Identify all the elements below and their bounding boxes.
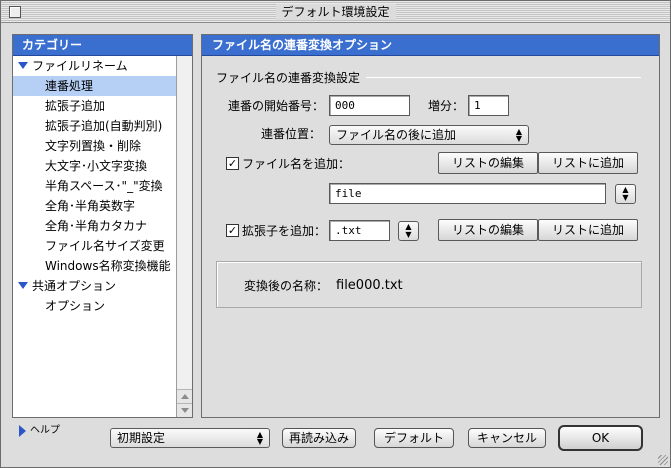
increment-label: 増分：	[428, 99, 465, 113]
cancel-button[interactable]: キャンセル	[468, 428, 546, 448]
tree-item-options[interactable]: オプション	[13, 296, 176, 316]
tree-item-sequence[interactable]: 連番処理	[13, 76, 176, 96]
close-box-icon[interactable]	[9, 6, 21, 18]
category-header: カテゴリー	[13, 35, 192, 56]
preset-popup-value: 初期設定	[117, 431, 166, 445]
tree-item-katakana-width[interactable]: 全角･半角カタカナ	[13, 216, 176, 236]
extension-history-popup-icon[interactable]: ▲ ▼	[398, 221, 419, 241]
result-label: 変換後の名称：	[244, 279, 329, 293]
filename-field[interactable]: file	[329, 183, 606, 204]
start-number-label: 連番の開始番号：	[228, 99, 325, 113]
tree-item-replace-delete[interactable]: 文字列置換・削除	[13, 136, 176, 156]
add-to-list-button[interactable]: リストに追加	[538, 152, 638, 174]
reload-button[interactable]: 再読み込み	[282, 428, 356, 448]
tree-item-label: 共通オプション	[32, 279, 117, 293]
resize-grip-icon[interactable]	[658, 455, 668, 465]
increment-field[interactable]: 1	[468, 95, 509, 116]
category-tree: ファイルリネーム 連番処理 拡張子追加 拡張子追加(自動判別) 文字列置換・削除…	[13, 56, 176, 316]
tree-item-add-extension-auto[interactable]: 拡張子追加(自動判別)	[13, 116, 176, 136]
add-filename-checkbox[interactable]: ✓	[226, 157, 239, 170]
edit-list-button[interactable]: リストの編集	[438, 152, 538, 174]
scroll-down-arrow-icon[interactable]	[177, 403, 192, 417]
preset-popup[interactable]: 初期設定 ▲ ▼	[110, 428, 270, 448]
preferences-window: デフォルト環境設定 カテゴリー ファイルリネーム 連番処理 拡張子追加 拡張子追…	[0, 0, 671, 468]
tree-item-case-convert[interactable]: 大文字･小文字変換	[13, 156, 176, 176]
ok-button[interactable]: OK	[558, 425, 643, 451]
edit-list-button-2[interactable]: リストの編集	[438, 219, 538, 241]
tree-item-filename-size[interactable]: ファイル名サイズ変更	[13, 236, 176, 256]
group-title: ファイル名の連番変換設定	[216, 69, 367, 86]
start-number-field[interactable]: 000	[329, 95, 410, 116]
tree-item-windows-names[interactable]: Windows名称変換機能	[13, 256, 176, 276]
extension-field[interactable]: .txt	[329, 220, 390, 241]
triangle-right-icon[interactable]	[19, 425, 26, 437]
settings-panel: ファイル名の連番変換オプション ファイル名の連番変換設定 連番の開始番号： 00…	[201, 34, 660, 418]
add-to-list-button-2[interactable]: リストに追加	[538, 219, 638, 241]
tree-item-space-underscore[interactable]: 半角スペース･"_"変換	[13, 176, 176, 196]
position-label: 連番位置：	[261, 127, 322, 141]
popup-arrows-icon: ▲ ▼	[256, 430, 264, 446]
tree-item-file-rename[interactable]: ファイルリネーム	[13, 56, 176, 76]
add-filename-label: ファイル名を追加：	[242, 157, 351, 171]
settings-header: ファイル名の連番変換オプション	[202, 35, 659, 56]
tree-item-alnum-width[interactable]: 全角･半角英数字	[13, 196, 176, 216]
vertical-scrollbar[interactable]	[176, 56, 192, 417]
position-popup[interactable]: ファイル名の後に追加 ▲ ▼	[329, 125, 529, 145]
popup-arrows-icon: ▲ ▼	[515, 127, 523, 143]
add-extension-label: 拡張子を追加：	[242, 224, 327, 238]
help-label[interactable]: ヘルプ	[30, 424, 60, 438]
triangle-down-icon[interactable]	[18, 282, 28, 289]
tree-item-add-extension[interactable]: 拡張子追加	[13, 96, 176, 116]
add-extension-checkbox[interactable]: ✓	[226, 224, 239, 237]
title-bar[interactable]: デフォルト環境設定	[1, 1, 670, 23]
position-popup-value: ファイル名の後に追加	[336, 128, 457, 142]
triangle-down-icon[interactable]	[18, 62, 28, 69]
result-value: file000.txt	[336, 278, 403, 293]
filename-history-popup-icon[interactable]: ▲ ▼	[615, 184, 636, 204]
default-button[interactable]: デフォルト	[374, 428, 454, 448]
window-title: デフォルト環境設定	[275, 4, 396, 20]
tree-item-label: ファイルリネーム	[32, 59, 128, 73]
category-panel: カテゴリー ファイルリネーム 連番処理 拡張子追加 拡張子追加(自動判別) 文字…	[12, 34, 193, 418]
tree-item-common-options[interactable]: 共通オプション	[13, 276, 176, 296]
result-preview-box: 変換後の名称： file000.txt	[216, 261, 642, 308]
scroll-up-arrow-icon[interactable]	[177, 389, 192, 403]
